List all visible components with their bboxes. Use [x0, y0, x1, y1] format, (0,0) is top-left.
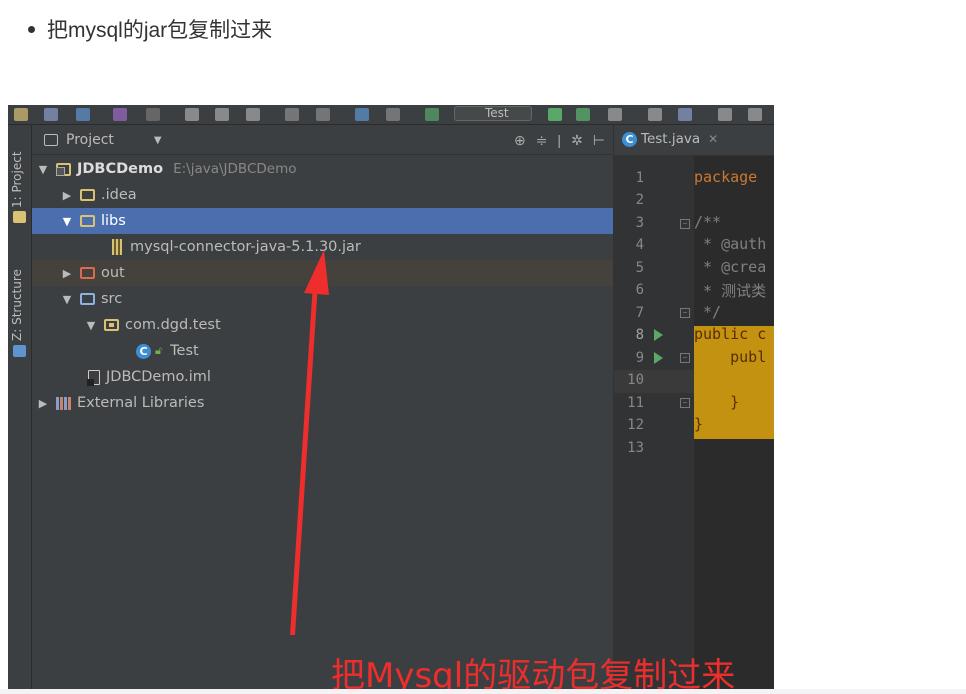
- arrow-head: [304, 250, 329, 295]
- instruction-text: 把mysql的jar包复制过来: [47, 19, 273, 42]
- annotation-arrow: [290, 250, 329, 635]
- instruction-line: 把mysql的jar包复制过来: [28, 14, 272, 44]
- ide-screenshot: Test 1: Project Z: Structure Project ▼ ⊕…: [8, 105, 774, 690]
- annotation-text: 把Mysql的驱动包复制过来: [331, 656, 736, 690]
- bullet-icon: [28, 25, 35, 33]
- arrow-shaft: [290, 283, 318, 635]
- bottom-strip: [0, 689, 966, 694]
